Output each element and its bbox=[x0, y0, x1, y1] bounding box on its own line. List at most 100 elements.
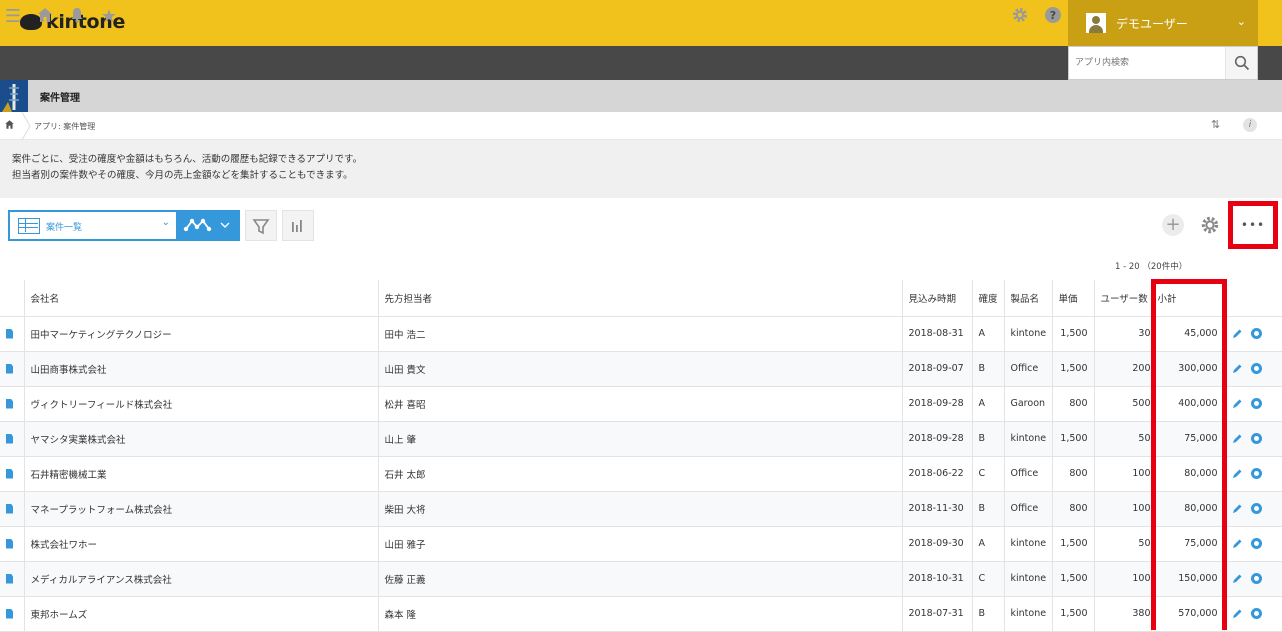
app-icon[interactable] bbox=[0, 80, 28, 112]
document-icon bbox=[6, 538, 13, 549]
cell-price: 800 bbox=[1052, 491, 1095, 527]
app-settings-button[interactable] bbox=[1199, 214, 1221, 236]
cell-product: kintone bbox=[1004, 561, 1053, 597]
cell-contact: 田中 浩二 bbox=[378, 316, 903, 352]
record-detail-link[interactable] bbox=[0, 561, 25, 597]
remove-icon[interactable] bbox=[1250, 503, 1262, 514]
records-table: 会社名 先方担当者 見込み時期 確度 製品名 単価 ユーザー数 小計 田中マーケ… bbox=[0, 280, 1282, 632]
cell-product: Office bbox=[1004, 351, 1053, 387]
column-header-certainty[interactable]: 確度 bbox=[972, 280, 1005, 317]
record-detail-link[interactable] bbox=[0, 386, 25, 422]
pencil-icon[interactable] bbox=[1231, 573, 1243, 585]
cell-users: 500 bbox=[1094, 386, 1152, 422]
gear-icon[interactable] bbox=[1009, 6, 1031, 28]
column-header-date[interactable]: 見込み時期 bbox=[902, 280, 973, 317]
document-icon bbox=[6, 433, 13, 444]
search-button[interactable] bbox=[1225, 47, 1257, 79]
record-detail-link[interactable] bbox=[0, 596, 25, 632]
record-detail-link[interactable] bbox=[0, 316, 25, 352]
breadcrumb bbox=[0, 112, 1282, 140]
remove-icon[interactable] bbox=[1250, 363, 1262, 374]
view-select-label: 案件一覧 bbox=[46, 223, 83, 233]
cell-subtotal: 45,000 bbox=[1151, 316, 1225, 352]
table-row[interactable]: 石井精密機械工業 石井 太郎 2018-06-22 C Office 800 100 80,0… bbox=[0, 456, 1282, 492]
pencil-icon[interactable] bbox=[1231, 608, 1243, 620]
cell-company: 株式会社ワホー bbox=[24, 526, 379, 562]
table-row[interactable]: ヤマシタ実業株式会社 山上 肇 2018-09-28 Bkintone 1,500 50 7… bbox=[0, 421, 1282, 457]
remove-icon[interactable] bbox=[1250, 433, 1262, 444]
remove-icon[interactable] bbox=[1250, 328, 1262, 339]
cell-contact: 山田 貴文 bbox=[378, 351, 903, 387]
gear-icon bbox=[1201, 216, 1219, 234]
table-row[interactable]: メディカルアライアンス株式会社 佐藤 正義 2018-10-31 Ckintone 1,… bbox=[0, 561, 1282, 597]
cell-users: 50 bbox=[1094, 421, 1152, 457]
chevron-down-icon: ⌄ bbox=[1236, 15, 1246, 28]
chart-button[interactable] bbox=[282, 210, 314, 241]
record-detail-link[interactable] bbox=[0, 421, 25, 457]
record-detail-link[interactable] bbox=[0, 526, 25, 562]
cell-product: Office bbox=[1004, 491, 1053, 527]
cell-product: kintone bbox=[1004, 526, 1053, 562]
user-menu[interactable]: デモユーザー ⌄ bbox=[1068, 0, 1258, 46]
cell-subtotal: 75,000 bbox=[1151, 421, 1225, 457]
info-icon[interactable]: i bbox=[1243, 118, 1257, 132]
cell-certainty: A bbox=[972, 316, 1005, 352]
cell-company: ヤマシタ実業株式会社 bbox=[24, 421, 379, 457]
pencil-icon[interactable] bbox=[1231, 538, 1243, 550]
bell-icon[interactable] bbox=[66, 6, 88, 28]
column-header-subtotal[interactable]: 小計 bbox=[1151, 280, 1225, 317]
remove-icon[interactable] bbox=[1250, 468, 1262, 479]
app-description: 案件ごとに、受注の確度や金額はもちろん、活動の履歴も記録できるアプリです。 担当… bbox=[0, 140, 1282, 198]
remove-icon[interactable] bbox=[1250, 608, 1262, 619]
column-header-contact[interactable]: 先方担当者 bbox=[378, 280, 903, 317]
help-icon[interactable]: ? bbox=[1042, 6, 1064, 28]
cell-product: kintone bbox=[1004, 596, 1053, 632]
filter-button[interactable] bbox=[245, 210, 277, 241]
cell-certainty: B bbox=[972, 421, 1005, 457]
line-graph-icon bbox=[183, 218, 230, 232]
pencil-icon[interactable] bbox=[1231, 398, 1243, 410]
breadcrumb-app-link[interactable]: アプリ: 案件管理 bbox=[34, 121, 95, 132]
record-detail-link[interactable] bbox=[0, 351, 25, 387]
star-icon[interactable]: ★ bbox=[98, 6, 120, 28]
view-select[interactable]: 案件一覧 ⌄ bbox=[8, 210, 178, 241]
pencil-icon[interactable] bbox=[1231, 328, 1243, 340]
table-row[interactable]: 山田商事株式会社 山田 貴文 2018-09-07 B Office 1,500 200 30… bbox=[0, 351, 1282, 387]
more-options-button[interactable]: ••• bbox=[1228, 201, 1278, 249]
cell-company: メディカルアライアンス株式会社 bbox=[24, 561, 379, 597]
pencil-icon[interactable] bbox=[1231, 503, 1243, 515]
table-row[interactable]: 田中マーケティングテクノロジー 田中 浩二 2018-08-31 Akintone 1,… bbox=[0, 316, 1282, 352]
search-input[interactable] bbox=[1069, 47, 1227, 79]
graph-select-button[interactable] bbox=[178, 210, 240, 241]
cell-users: 100 bbox=[1094, 491, 1152, 527]
table-row[interactable]: マネープラットフォーム株式会社 柴田 大将 2018-11-30 B Office 800… bbox=[0, 491, 1282, 527]
record-detail-link[interactable] bbox=[0, 456, 25, 492]
remove-icon[interactable] bbox=[1250, 398, 1262, 409]
column-header-users[interactable]: ユーザー数 bbox=[1094, 280, 1152, 317]
record-detail-link[interactable] bbox=[0, 491, 25, 527]
cell-product: Office bbox=[1004, 456, 1053, 492]
add-record-button[interactable]: + bbox=[1162, 214, 1184, 236]
table-row[interactable]: ヴィクトリーフィールド株式会社 松井 喜昭 2018-09-28 A Garoon 800… bbox=[0, 386, 1282, 422]
table-row[interactable]: 東邦ホームズ 森本 隆 2018-07-31 Bkintone 1,500 380 570,… bbox=[0, 596, 1282, 632]
pencil-icon[interactable] bbox=[1231, 363, 1243, 375]
column-header-product[interactable]: 製品名 bbox=[1004, 280, 1053, 317]
pagination-count: 1 - 20 （20件中） bbox=[1115, 262, 1188, 272]
cell-contact: 石井 太郎 bbox=[378, 456, 903, 492]
column-header-company[interactable]: 会社名 bbox=[24, 280, 379, 317]
cell-date: 2018-10-31 bbox=[902, 561, 973, 597]
table-row[interactable]: 株式会社ワホー 山田 雅子 2018-09-30 Akintone 1,500 50 75,… bbox=[0, 526, 1282, 562]
column-header-price[interactable]: 単価 bbox=[1052, 280, 1095, 317]
cell-users: 50 bbox=[1094, 526, 1152, 562]
pencil-icon[interactable] bbox=[1231, 433, 1243, 445]
remove-icon[interactable] bbox=[1250, 538, 1262, 549]
remove-icon[interactable] bbox=[1250, 573, 1262, 584]
chevron-down-icon: ⌄ bbox=[161, 217, 170, 228]
avatar bbox=[1086, 13, 1106, 33]
pin-icon[interactable]: ⇅ bbox=[1211, 118, 1220, 131]
hamburger-icon[interactable]: ☰ bbox=[2, 6, 24, 28]
home-icon[interactable] bbox=[4, 119, 15, 133]
pencil-icon[interactable] bbox=[1231, 468, 1243, 480]
home-icon[interactable] bbox=[34, 6, 56, 28]
row-actions bbox=[1224, 386, 1282, 422]
